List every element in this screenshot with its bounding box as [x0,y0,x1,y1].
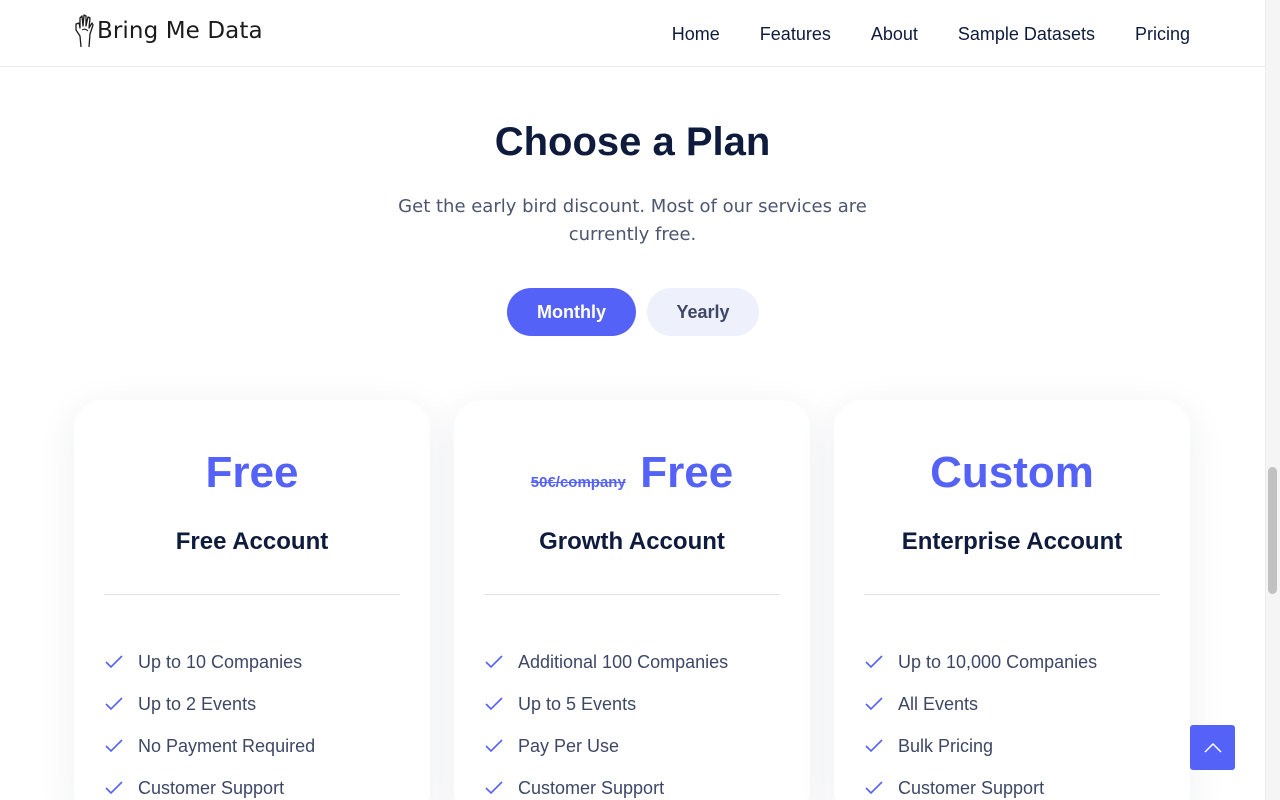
plan-card-free: Free Free Account Up to 10 Companies Up … [74,400,430,800]
feature-item: Customer Support [864,767,1097,800]
page-subtitle: Get the early bird discount. Most of our… [398,196,867,245]
feature-item: No Payment Required [104,725,315,767]
feature-item: All Events [864,683,1097,725]
plan-name: Growth Account [539,528,725,555]
feature-item: Up to 10 Companies [104,641,315,683]
plan-price: Custom [930,448,1094,497]
feature-label: Customer Support [138,777,285,798]
price-row: 50€/company Free [454,448,810,498]
feature-item: Up to 2 Events [104,683,315,725]
check-icon [485,739,503,753]
divider [484,594,780,595]
brand-name: Bring Me Data [97,18,263,44]
feature-item: Customer Support [104,767,315,800]
feature-label: Customer Support [518,777,665,798]
feature-label: Bulk Pricing [898,735,994,756]
price-row: Custom [834,448,1190,498]
brand-logo[interactable]: Bring Me Data [73,14,263,48]
site-header: Bring Me Data Home Features About Sample… [0,0,1265,67]
feature-label: No Payment Required [138,735,316,756]
check-icon [865,739,883,753]
check-icon [485,655,503,669]
hand-sketch-icon [75,14,94,48]
check-icon [485,697,503,711]
plan-card-growth: 50€/company Free Growth Account Addition… [454,400,810,800]
feature-list: Up to 10 Companies Up to 2 Events No Pay… [104,641,315,800]
scrollbar-track[interactable] [1265,0,1280,800]
feature-label: Up to 10 Companies [138,651,303,672]
feature-item: Customer Support [484,767,728,800]
check-icon [105,697,123,711]
billing-toggle: Monthly Yearly [507,288,759,336]
feature-label: Up to 5 Events [518,693,637,714]
feature-item: Bulk Pricing [864,725,1097,767]
scrollbar-thumb[interactable] [1268,467,1277,594]
price-row: Free [74,448,430,498]
nav-pricing[interactable]: Pricing [1135,22,1190,46]
check-icon [105,739,123,753]
feature-item: Additional 100 Companies [484,641,728,683]
feature-label: All Events [898,693,979,714]
monthly-button[interactable]: Monthly [507,288,636,336]
divider [104,594,400,595]
divider [864,594,1160,595]
feature-label: Customer Support [898,777,1045,798]
check-icon [865,781,883,795]
feature-label: Up to 2 Events [138,693,257,714]
nav-about[interactable]: About [871,22,918,46]
plan-card-enterprise: Custom Enterprise Account Up to 10,000 C… [834,400,1190,800]
feature-label: Additional 100 Companies [518,651,729,672]
check-icon [485,781,503,795]
feature-label: Up to 10,000 Companies [898,651,1098,672]
nav-sample-datasets[interactable]: Sample Datasets [958,22,1095,46]
feature-list: Additional 100 Companies Up to 5 Events … [484,641,728,800]
nav-features[interactable]: Features [760,22,831,46]
feature-list: Up to 10,000 Companies All Events Bulk P… [864,641,1097,800]
feature-label: Pay Per Use [518,735,620,756]
feature-item: Pay Per Use [484,725,728,767]
check-icon [105,655,123,669]
plan-name: Free Account [175,528,329,555]
feature-item: Up to 10,000 Companies [864,641,1097,683]
plan-price: Free [205,448,299,497]
main-nav: Home Features About Sample Datasets Pric… [632,22,1190,46]
old-price: 50€/company [530,474,626,492]
chevron-up-icon [1203,742,1222,753]
check-icon [865,697,883,711]
check-icon [105,781,123,795]
feature-item: Up to 5 Events [484,683,728,725]
yearly-button[interactable]: Yearly [647,288,759,336]
nav-home[interactable]: Home [672,22,720,46]
page-title: Choose a Plan [494,120,771,164]
check-icon [865,655,883,669]
back-to-top-button[interactable] [1190,725,1235,770]
plan-name: Enterprise Account [901,528,1123,555]
plan-price: Free [640,448,734,497]
